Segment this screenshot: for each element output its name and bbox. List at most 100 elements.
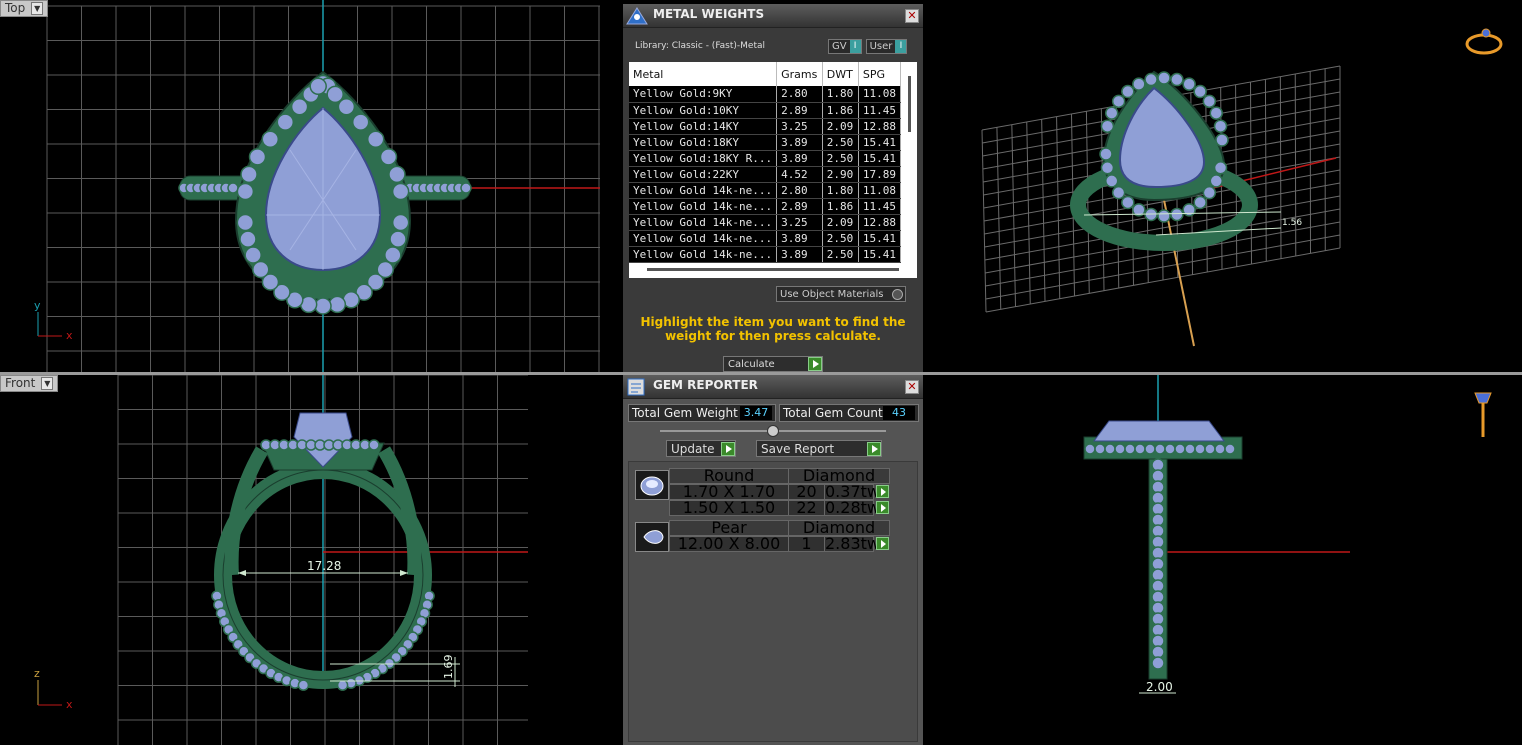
chevron-down-icon[interactable]: ▼ bbox=[41, 377, 54, 390]
chevron-down-icon[interactable]: ▼ bbox=[31, 2, 44, 15]
ring-top[interactable] bbox=[178, 70, 472, 315]
metal-weights-panel: METAL WEIGHTS ✕ Library: Classic - (Fast… bbox=[623, 4, 923, 372]
melee-stone bbox=[1134, 443, 1146, 455]
column-header[interactable]: Grams bbox=[776, 62, 823, 86]
gv-toggle[interactable]: GV I bbox=[828, 39, 862, 54]
melee-stone bbox=[1154, 443, 1166, 455]
melee-stone bbox=[391, 182, 410, 201]
gem-list[interactable]: Round Diamond 1.70 X 1.70 20 0.37tw 1.50… bbox=[628, 461, 918, 742]
melee-stone bbox=[1151, 524, 1165, 538]
melee-stone bbox=[1151, 656, 1165, 670]
melee-stone bbox=[1164, 443, 1176, 455]
table-cell: 2.80 bbox=[776, 182, 823, 199]
column-header[interactable]: Metal bbox=[629, 62, 778, 86]
table-row[interactable]: Yellow Gold 14k-ne... 3.89 2.50 15.41 bbox=[629, 230, 902, 247]
gem-weight: 0.28tw bbox=[824, 498, 880, 517]
melee-stone bbox=[290, 97, 309, 116]
table-row[interactable]: Yellow Gold:18KY R... 3.89 2.50 15.41 bbox=[629, 150, 902, 167]
ring-size-value: 17.28 bbox=[307, 559, 341, 573]
melee-stone bbox=[252, 260, 270, 279]
table-row[interactable]: Yellow Gold 14k-ne... 2.89 1.86 11.45 bbox=[629, 198, 902, 215]
total-gem-count: Total Gem Count 43 bbox=[779, 404, 919, 422]
viewport-perspective[interactable]: 1.56 bbox=[924, 0, 1522, 372]
melee-stone bbox=[1194, 443, 1206, 455]
close-icon[interactable]: ✕ bbox=[905, 380, 919, 394]
viewport-label-front[interactable]: Front ▼ bbox=[0, 375, 59, 392]
horizontal-scrollbar[interactable] bbox=[647, 268, 899, 271]
column-header[interactable]: DWT bbox=[822, 62, 859, 86]
dimension-ring-size[interactable]: 17.28 bbox=[238, 559, 408, 576]
close-icon[interactable]: ✕ bbox=[905, 9, 919, 23]
table-cell: 11.45 bbox=[858, 102, 902, 119]
table-row[interactable]: Yellow Gold:14KY 3.25 2.09 12.88 bbox=[629, 118, 902, 135]
table-row[interactable]: Yellow Gold:18KY 3.89 2.50 15.41 bbox=[629, 134, 902, 151]
melee-stone bbox=[1104, 174, 1119, 188]
table-row[interactable]: Yellow Gold 14k-ne... 3.25 2.09 12.88 bbox=[629, 214, 902, 231]
table-cell: 2.50 bbox=[822, 134, 859, 151]
select-gems-play-icon[interactable] bbox=[876, 485, 889, 498]
right-view-canvas: 2.00 bbox=[1083, 375, 1350, 694]
pear-gem-icon[interactable] bbox=[635, 522, 669, 552]
table-row[interactable]: Yellow Gold 14k-ne... 3.89 2.50 15.41 bbox=[629, 246, 902, 263]
melee-stone bbox=[1111, 94, 1126, 109]
metal-table-container[interactable]: Metal Grams DWT SPG Yellow Gold:9KY 2.80 1.80… bbox=[629, 62, 917, 278]
melee-stone bbox=[1151, 458, 1165, 472]
melee-stone bbox=[379, 148, 398, 166]
melee-stone bbox=[1170, 207, 1184, 222]
melee-stone bbox=[1157, 71, 1171, 85]
melee-stone bbox=[1151, 546, 1165, 560]
gem-slider[interactable] bbox=[660, 425, 886, 437]
calculate-button[interactable]: Calculate bbox=[723, 356, 823, 372]
table-row[interactable]: Yellow Gold:22KY 4.52 2.90 17.89 bbox=[629, 166, 902, 183]
axis-label-x: x bbox=[66, 329, 73, 342]
gem-reporter-title-bar[interactable]: GEM REPORTER ✕ bbox=[623, 375, 923, 399]
ring-side[interactable] bbox=[1083, 420, 1243, 680]
user-toggle[interactable]: User I bbox=[865, 39, 908, 54]
table-row[interactable]: Yellow Gold 14k-ne... 2.80 1.80 11.08 bbox=[629, 182, 902, 199]
melee-stone bbox=[366, 130, 385, 148]
save-report-button[interactable]: Save Report bbox=[756, 440, 882, 457]
table-row[interactable]: Yellow Gold:9KY 2.80 1.80 11.08 bbox=[629, 86, 902, 103]
table-cell: 15.41 bbox=[858, 246, 902, 263]
table-cell: 2.89 bbox=[776, 102, 823, 119]
column-header[interactable]: SPG bbox=[858, 62, 902, 86]
melee-stone bbox=[1121, 195, 1135, 210]
update-button[interactable]: Update bbox=[666, 440, 736, 457]
perspective-canvas: 1.56 bbox=[981, 65, 1341, 347]
table-cell: Yellow Gold:10KY bbox=[629, 102, 778, 119]
melee-stone bbox=[1151, 469, 1165, 483]
viewport-top[interactable]: y x Top ▼ bbox=[0, 0, 622, 372]
side-view-icon[interactable] bbox=[1472, 385, 1494, 439]
melee-stone bbox=[1157, 209, 1171, 223]
vertical-scrollbar[interactable] bbox=[908, 76, 911, 132]
viewport-right[interactable]: 2.00 bbox=[924, 375, 1522, 745]
table-cell: Yellow Gold:9KY bbox=[629, 86, 778, 103]
metal-weights-title-bar[interactable]: METAL WEIGHTS ✕ bbox=[623, 4, 923, 28]
melee-stone bbox=[240, 165, 258, 184]
melee-stone bbox=[1104, 106, 1119, 120]
table-row[interactable]: Yellow Gold:10KY 2.89 1.86 11.45 bbox=[629, 102, 902, 119]
melee-stone bbox=[1202, 94, 1217, 109]
front-view-canvas: 17.28 1.69 z x bbox=[34, 375, 528, 745]
viewport-front[interactable]: 17.28 1.69 z x Front ▼ bbox=[0, 375, 622, 745]
select-gems-play-icon[interactable] bbox=[876, 537, 889, 550]
radio-icon bbox=[892, 288, 903, 300]
table-cell: Yellow Gold 14k-ne... bbox=[629, 246, 778, 263]
toggle-icon: I bbox=[895, 40, 907, 53]
melee-stone bbox=[297, 679, 310, 691]
melee-stone bbox=[1151, 634, 1165, 648]
melee-stone bbox=[328, 295, 347, 314]
ring-view-icon[interactable] bbox=[1464, 26, 1504, 58]
dimension-shank-width[interactable]: 2.00 bbox=[1139, 680, 1176, 694]
use-object-materials-button[interactable]: Use Object Materials bbox=[776, 286, 906, 302]
metal-weights-icon bbox=[626, 7, 648, 25]
viewport-label-top[interactable]: Top ▼ bbox=[0, 0, 49, 17]
round-gem-icon[interactable] bbox=[635, 470, 669, 500]
band-height-value: 1.69 bbox=[442, 655, 455, 680]
slider-handle-icon[interactable] bbox=[767, 425, 779, 437]
select-gems-play-icon[interactable] bbox=[876, 501, 889, 514]
total-gem-weight-value: 3.47 bbox=[740, 406, 772, 420]
melee-stone bbox=[1151, 568, 1165, 582]
table-cell: Yellow Gold:18KY bbox=[629, 134, 778, 151]
table-cell: 2.90 bbox=[822, 166, 859, 183]
